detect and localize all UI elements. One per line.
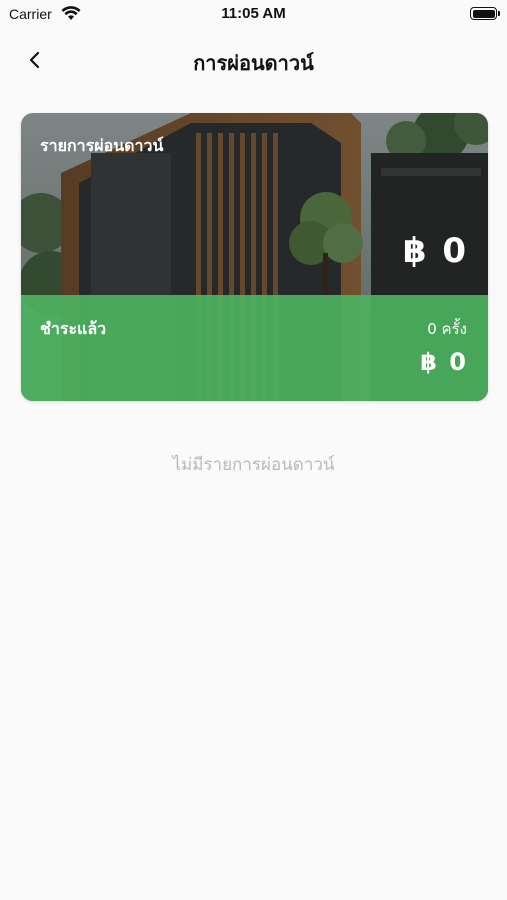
status-time: 11:05 AM [221, 5, 286, 22]
card-title: รายการผ่อนดาวน์ [40, 136, 164, 155]
page-title: การผ่อนดาวน์ [193, 51, 314, 75]
paid-label: ชำระแล้ว [40, 319, 107, 338]
empty-state-message: ไม่มีรายการผ่อนดาวน์ [172, 455, 335, 475]
total-amount: ฿ 0 [402, 231, 468, 271]
status-bar: Carrier 11:05 AM [0, 0, 507, 30]
down-payment-summary-card: รายการผ่อนดาวน์ ฿ 0 ชำระแล้ว 0 ครั้ง ฿ 0 [21, 113, 488, 401]
navigation-bar: การผ่อนดาวน์ [0, 38, 507, 84]
battery-icon [470, 7, 500, 20]
paid-section: ชำระแล้ว 0 ครั้ง ฿ 0 [21, 295, 488, 401]
paid-count: 0 ครั้ง [427, 320, 467, 338]
paid-amount: ฿ 0 [420, 348, 468, 376]
